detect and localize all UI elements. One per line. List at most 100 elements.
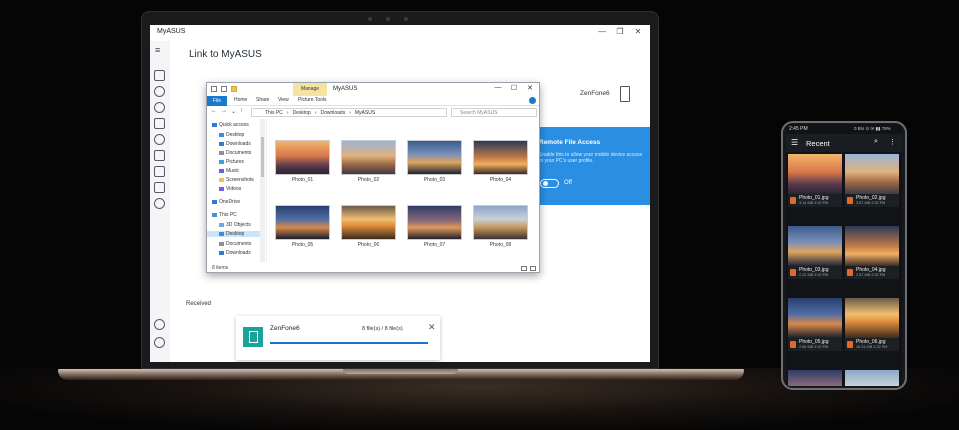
file-name[interactable]: Photo_03: [407, 177, 462, 183]
file-name[interactable]: Photo_08: [473, 242, 528, 248]
transfer-device-name: ZenFone6: [270, 325, 300, 332]
gear-icon[interactable]: [154, 337, 165, 348]
nav-item-desktop[interactable]: Desktop: [219, 132, 244, 138]
document-icon: [243, 327, 263, 347]
folder-icon: [219, 177, 224, 182]
nav-item-documents[interactable]: Documents: [219, 241, 251, 247]
minimize-button[interactable]: —: [596, 27, 608, 36]
file-thumbnail[interactable]: [407, 140, 462, 175]
ribbon-tab-home[interactable]: Home: [234, 97, 247, 103]
search-input[interactable]: Search MyASUS: [451, 108, 537, 117]
bag-icon[interactable]: [154, 166, 165, 177]
search-icon[interactable]: ⌕: [874, 138, 878, 146]
app-title: MyASUS: [157, 28, 186, 35]
file-thumbnail[interactable]: [473, 140, 528, 175]
file-thumbnail[interactable]: [473, 205, 528, 240]
breadcrumb-desktop[interactable]: Desktop: [292, 110, 310, 116]
laptop-hinge-notch: [343, 369, 458, 374]
file-thumbnail[interactable]: [275, 205, 330, 240]
phone-page-title: Recent: [806, 139, 830, 148]
nav-item-screenshots[interactable]: Screenshots: [219, 177, 254, 183]
transfer-close-button[interactable]: ✕: [428, 322, 436, 333]
back-arrow-icon[interactable]: ←: [211, 108, 217, 114]
nav-item-videos[interactable]: Videos: [219, 186, 241, 192]
phone-file-tile[interactable]: Photo_01.jpg 3.14 MB 2:32 PM: [788, 154, 842, 207]
bell-icon[interactable]: [154, 86, 165, 97]
explorer-titlebar: Manage MyASUS — ☐ ✕: [207, 83, 539, 96]
breadcrumb-this-pc[interactable]: This PC: [265, 110, 283, 116]
nav-item-quick-access[interactable]: Quick access: [212, 122, 249, 128]
up-arrow-icon[interactable]: ↑: [240, 108, 243, 114]
details-view-icon[interactable]: [521, 266, 527, 271]
photo-thumbnail-partial[interactable]: [845, 370, 899, 386]
link-icon[interactable]: [154, 198, 165, 209]
nav-item-desktop-selected[interactable]: Desktop: [207, 231, 260, 237]
remote-file-access-toggle[interactable]: [540, 179, 559, 188]
camera-dot: [404, 17, 408, 21]
file-name[interactable]: Photo_06: [341, 242, 396, 248]
help-icon[interactable]: [154, 134, 165, 145]
breadcrumb-downloads[interactable]: Downloads: [320, 110, 345, 116]
ribbon-tab-view[interactable]: View: [278, 97, 289, 103]
news-icon[interactable]: [154, 182, 165, 193]
nav-item-music[interactable]: Music: [219, 168, 239, 174]
nav-item-documents[interactable]: Documents: [219, 150, 251, 156]
hamburger-icon[interactable]: ≡: [155, 46, 160, 55]
item-count: 8 items: [212, 265, 229, 271]
phone-file-tile[interactable]: Photo_06.jpg 16.31 MB 2:32 PM: [845, 298, 899, 351]
more-options-icon[interactable]: ⋮: [889, 138, 896, 146]
maximize-button[interactable]: ❐: [614, 27, 626, 36]
ribbon-tab-file[interactable]: File: [207, 96, 227, 106]
address-bar[interactable]: This PC › Desktop › Downloads › MyASUS: [251, 108, 447, 117]
recent-locations-icon[interactable]: ⌄: [231, 108, 236, 115]
file-name[interactable]: Photo_07: [407, 242, 462, 248]
nav-item-downloads[interactable]: Downloads: [219, 250, 251, 256]
photo-thumbnail-partial[interactable]: [788, 370, 842, 386]
refresh-icon[interactable]: [154, 118, 165, 129]
file-name[interactable]: Photo_04: [473, 177, 528, 183]
file-thumbnail[interactable]: [407, 205, 462, 240]
file-name[interactable]: Photo_02: [341, 177, 396, 183]
home-icon[interactable]: [154, 70, 165, 81]
rocket-icon[interactable]: [154, 150, 165, 161]
phone-file-tile[interactable]: Photo_04.jpg 2.57 MB 2:32 PM: [845, 226, 899, 279]
phone-file-tile[interactable]: Photo_02.jpg 3.57 MB 2:32 PM: [845, 154, 899, 207]
ribbon-tab-picture-tools[interactable]: Picture Tools: [298, 97, 327, 103]
ribbon-tab-share[interactable]: Share: [256, 97, 269, 103]
file-name[interactable]: Photo_05: [275, 242, 330, 248]
nav-item-3d-objects[interactable]: 3D Objects: [219, 222, 251, 228]
computer-icon: [212, 212, 217, 217]
file-info: Photo_06.jpg 16.31 MB 2:32 PM: [845, 338, 899, 351]
headset-icon[interactable]: [154, 102, 165, 113]
phone-file-tile[interactable]: Photo_05.jpg 2.66 MB 2:32 PM: [788, 298, 842, 351]
navigation-scrollbar[interactable]: [260, 119, 265, 262]
help-icon[interactable]: [529, 97, 536, 104]
explorer-maximize-button[interactable]: ☐: [509, 84, 519, 92]
file-thumbnail[interactable]: [275, 140, 330, 175]
user-icon[interactable]: [154, 319, 165, 330]
explorer-close-button[interactable]: ✕: [525, 84, 535, 92]
phone-file-tile[interactable]: Photo_03.jpg 2.22 MB 2:32 PM: [788, 226, 842, 279]
image-file-icon: [847, 269, 853, 276]
close-button[interactable]: ✕: [632, 27, 644, 36]
phone-status-bar: 2:45 PM 0 B/s ⊙ ✉ ▮▮ 78%: [786, 124, 902, 134]
manage-tab[interactable]: Manage: [293, 83, 327, 96]
breadcrumb-myasus[interactable]: MyASUS: [355, 110, 375, 116]
app-titlebar: MyASUS — ❐ ✕: [150, 25, 650, 41]
nav-item-pictures[interactable]: Pictures: [219, 159, 244, 165]
file-info: Photo_03.jpg 2.22 MB 2:32 PM: [788, 266, 842, 279]
file-thumbnail[interactable]: [341, 140, 396, 175]
file-thumbnail[interactable]: [341, 205, 396, 240]
quick-access-icon[interactable]: [211, 86, 217, 92]
menu-icon[interactable]: ☰: [791, 138, 798, 147]
nav-item-onedrive[interactable]: OneDrive: [212, 199, 240, 205]
large-icons-view-icon[interactable]: [530, 266, 536, 271]
explorer-minimize-button[interactable]: —: [493, 84, 503, 91]
nav-item-this-pc[interactable]: This PC: [212, 212, 237, 218]
file-name[interactable]: Photo_01: [275, 177, 330, 183]
properties-icon[interactable]: [221, 86, 227, 92]
nav-item-downloads[interactable]: Downloads: [219, 141, 251, 147]
navigation-pane: Quick access Desktop Downloads Documents…: [207, 119, 267, 262]
folder-icon[interactable]: [231, 86, 237, 92]
forward-arrow-icon[interactable]: →: [221, 108, 227, 114]
